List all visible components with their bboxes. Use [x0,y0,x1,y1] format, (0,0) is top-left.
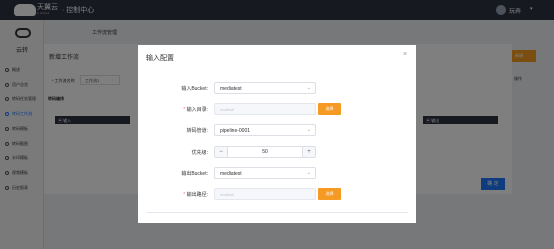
chevron-down-icon: ⌄ [306,170,311,176]
select-output-dir-button[interactable]: 选择 [318,188,341,200]
priority-label: 优先级: [191,150,208,156]
increment-button[interactable]: + [302,147,315,157]
priority-value[interactable]: 50 [228,147,302,157]
input-dir-field[interactable]: /mdtest/ [214,103,316,115]
chevron-down-icon: ⌄ [306,85,311,91]
input-bucket-label: 输入Bucket: [181,86,208,92]
output-bucket-label: 输出Bucket: [181,171,208,177]
dialog-title: 输入配置 [146,55,174,62]
chevron-down-icon: ⌄ [306,127,311,133]
close-icon[interactable]: × [403,51,407,58]
output-dir-field[interactable]: /mdtest/ [214,188,316,200]
pipeline-label: 转码管道: [186,128,208,134]
select-input-dir-button[interactable]: 选择 [318,103,341,115]
input-bucket-select[interactable]: mediatest ⌄ [214,82,316,94]
decrement-button[interactable]: − [215,147,228,157]
divider [146,212,408,213]
output-bucket-select[interactable]: mediatest ⌄ [214,167,316,179]
pipeline-select[interactable]: pipeline-0001 ⌄ [214,124,316,136]
output-dir-label: * 输出路径: [183,192,208,198]
priority-stepper[interactable]: − 50 + [214,146,316,158]
input-config-dialog: 输入配置 × 输入Bucket: mediatest ⌄ * 输入目录: /md… [138,45,416,223]
input-dir-label: * 输入目录: [183,107,208,113]
